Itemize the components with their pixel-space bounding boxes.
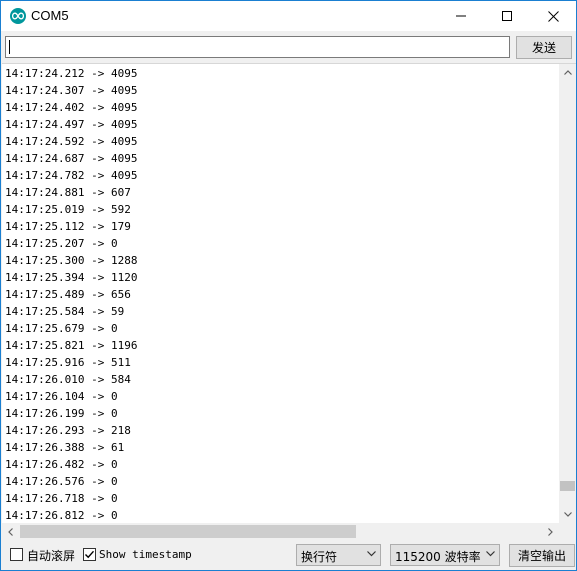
line-ending-value: 换行符: [301, 550, 338, 564]
vertical-scrollbar[interactable]: [559, 64, 576, 523]
output-line: 14:17:25.394 -> 1120: [5, 271, 138, 284]
output-line: 14:17:25.821 -> 1196: [5, 339, 138, 352]
baud-rate-value: 115200 波特率: [395, 550, 481, 564]
arduino-infinity-icon: [10, 8, 26, 24]
text-caret: [9, 40, 10, 54]
output-line: 14:17:24.782 -> 4095: [5, 169, 138, 182]
output-line: 14:17:26.104 -> 0: [5, 390, 118, 403]
output-line: 14:17:24.497 -> 4095: [5, 118, 138, 131]
chevron-down-icon: [486, 551, 495, 557]
output-line: 14:17:25.112 -> 179: [5, 220, 131, 233]
horizontal-scroll-thumb[interactable]: [20, 525, 356, 538]
window-title: COM5: [31, 8, 69, 23]
output-line: 14:17:24.212 -> 4095: [5, 67, 138, 80]
output-line: 14:17:25.489 -> 656: [5, 288, 131, 301]
scroll-corner: [559, 523, 576, 540]
output-line: 14:17:24.687 -> 4095: [5, 152, 138, 165]
output-line: 14:17:26.010 -> 584: [5, 373, 131, 386]
output-line: 14:17:24.402 -> 4095: [5, 101, 138, 114]
clear-output-button[interactable]: 清空输出: [509, 544, 575, 567]
autoscroll-label[interactable]: 自动滚屏: [27, 547, 75, 564]
bottom-bar: 自动滚屏 Show timestamp 换行符 115200 波特率 清空输出: [1, 539, 576, 570]
minimize-button[interactable]: [438, 1, 484, 31]
output-line: 14:17:25.207 -> 0: [5, 237, 118, 250]
output-lines: 14:17:24.212 -> 4095 14:17:24.307 -> 4095…: [5, 65, 557, 522]
close-icon: [547, 10, 559, 22]
output-line: 14:17:26.576 -> 0: [5, 475, 118, 488]
output-line: 14:17:25.679 -> 0: [5, 322, 118, 335]
vertical-scroll-thumb[interactable]: [560, 481, 575, 491]
checkmark-icon: [85, 550, 95, 559]
horizontal-scrollbar[interactable]: [2, 523, 559, 540]
output-line: 14:17:24.307 -> 4095: [5, 84, 138, 97]
serial-monitor-window: COM5 发送 14:17:24.212 -> 4095 14:17:24.307…: [0, 0, 577, 571]
chevron-down-icon: [367, 551, 376, 557]
send-row: 发送: [1, 31, 576, 63]
scroll-left-arrow-icon[interactable]: [2, 523, 19, 540]
output-line: 14:17:24.592 -> 4095: [5, 135, 138, 148]
timestamp-label[interactable]: Show timestamp: [99, 548, 192, 561]
send-input[interactable]: [5, 36, 510, 58]
output-line: 14:17:26.388 -> 61: [5, 441, 125, 454]
maximize-icon: [502, 11, 512, 21]
autoscroll-checkbox[interactable]: [10, 548, 23, 561]
output-line: 14:17:26.199 -> 0: [5, 407, 118, 420]
timestamp-checkbox[interactable]: [83, 548, 96, 561]
maximize-button[interactable]: [484, 1, 530, 31]
output-line: 14:17:25.019 -> 592: [5, 203, 131, 216]
output-line: 14:17:25.300 -> 1288: [5, 254, 138, 267]
output-line: 14:17:25.584 -> 59: [5, 305, 125, 318]
output-line: 14:17:26.812 -> 0: [5, 509, 118, 522]
output-line: 14:17:24.881 -> 607: [5, 186, 131, 199]
line-ending-select[interactable]: 换行符: [296, 544, 381, 566]
close-button[interactable]: [530, 1, 576, 31]
serial-output-area[interactable]: 14:17:24.212 -> 4095 14:17:24.307 -> 4095…: [2, 63, 576, 540]
title-bar[interactable]: COM5: [1, 1, 576, 31]
output-line: 14:17:26.718 -> 0: [5, 492, 118, 505]
scroll-right-arrow-icon[interactable]: [542, 523, 559, 540]
send-button[interactable]: 发送: [516, 36, 572, 59]
scroll-down-arrow-icon[interactable]: [559, 506, 576, 523]
minimize-icon: [456, 15, 466, 17]
scroll-up-arrow-icon[interactable]: [559, 64, 576, 81]
baud-rate-select[interactable]: 115200 波特率: [390, 544, 500, 566]
output-line: 14:17:26.482 -> 0: [5, 458, 118, 471]
output-line: 14:17:25.916 -> 511: [5, 356, 131, 369]
output-line: 14:17:26.293 -> 218: [5, 424, 131, 437]
